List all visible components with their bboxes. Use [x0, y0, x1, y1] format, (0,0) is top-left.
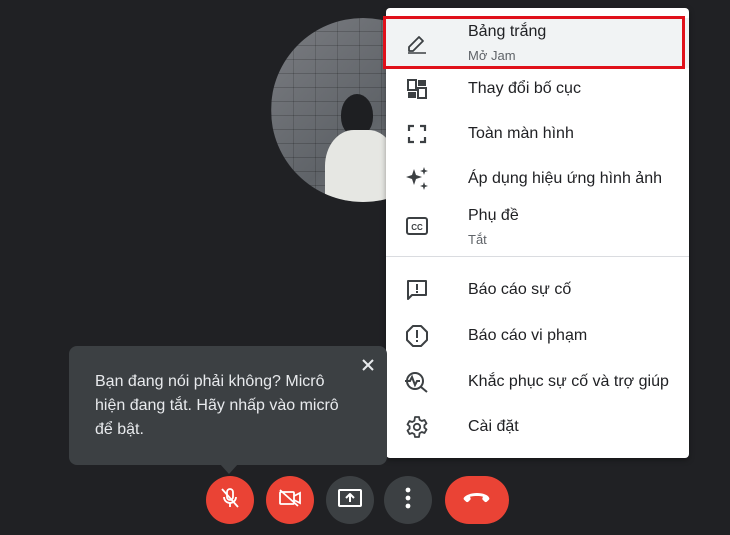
present-screen-icon: [337, 487, 363, 514]
menu-item-captions[interactable]: CC Phụ đề Tắt: [386, 203, 689, 253]
menu-item-sublabel: Mở Jam: [468, 48, 516, 63]
end-call-icon: [463, 491, 491, 510]
close-icon[interactable]: [357, 354, 379, 376]
camera-toggle-button[interactable]: [266, 476, 314, 524]
layout-icon: [404, 76, 430, 102]
feedback-icon: [404, 277, 430, 303]
menu-item-label: Báo cáo sự cố: [468, 281, 572, 298]
tooltip-text: Bạn đang nói phải không? Micrô hiện đang…: [95, 373, 339, 438]
menu-item-label: Khắc phục sự cố và trợ giúp: [468, 373, 669, 390]
menu-item-label: Phụ đề: [468, 207, 519, 224]
menu-item-label: Báo cáo vi phạm: [468, 327, 588, 344]
svg-text:CC: CC: [411, 223, 423, 232]
pencil-icon: [404, 30, 430, 56]
menu-item-label: Thay đổi bố cục: [468, 80, 581, 97]
sparkle-icon: [404, 166, 430, 192]
closed-captions-icon: CC: [404, 213, 430, 239]
menu-item-sublabel: Tắt: [468, 232, 487, 247]
mic-off-icon: [220, 487, 240, 514]
more-options-menu: Bảng trắng Mở Jam Thay đổi bố cục Toàn m…: [386, 8, 689, 458]
menu-item-troubleshooting[interactable]: Khắc phục sự cố và trợ giúp: [386, 361, 689, 403]
camera-off-icon: [278, 488, 302, 513]
tooltip-arrow: [220, 464, 238, 474]
menu-item-fullscreen[interactable]: Toàn màn hình: [386, 113, 689, 155]
menu-item-label: Áp dụng hiệu ứng hình ảnh: [468, 170, 662, 187]
menu-item-change-layout[interactable]: Thay đổi bố cục: [386, 68, 689, 110]
more-options-button[interactable]: [384, 476, 432, 524]
gear-icon: [404, 414, 430, 440]
mic-toggle-button[interactable]: [206, 476, 254, 524]
troubleshoot-icon: [404, 369, 430, 395]
present-screen-button[interactable]: [326, 476, 374, 524]
menu-item-label: Cài đặt: [468, 418, 519, 435]
mic-muted-tooltip: Bạn đang nói phải không? Micrô hiện đang…: [69, 346, 387, 465]
menu-divider: [386, 256, 689, 257]
menu-item-whiteboard[interactable]: Bảng trắng Mở Jam: [386, 18, 689, 68]
menu-item-label: Bảng trắng: [468, 23, 547, 40]
menu-item-report-abuse[interactable]: Báo cáo vi phạm: [386, 315, 689, 357]
fullscreen-icon: [404, 121, 430, 147]
menu-item-visual-effects[interactable]: Áp dụng hiệu ứng hình ảnh: [386, 158, 689, 200]
menu-item-report-issue[interactable]: Báo cáo sự cố: [386, 269, 689, 311]
menu-item-settings[interactable]: Cài đặt: [386, 406, 689, 448]
more-options-icon: [405, 487, 411, 514]
menu-item-label: Toàn màn hình: [468, 125, 574, 142]
report-icon: [404, 323, 430, 349]
end-call-button[interactable]: [445, 476, 509, 524]
